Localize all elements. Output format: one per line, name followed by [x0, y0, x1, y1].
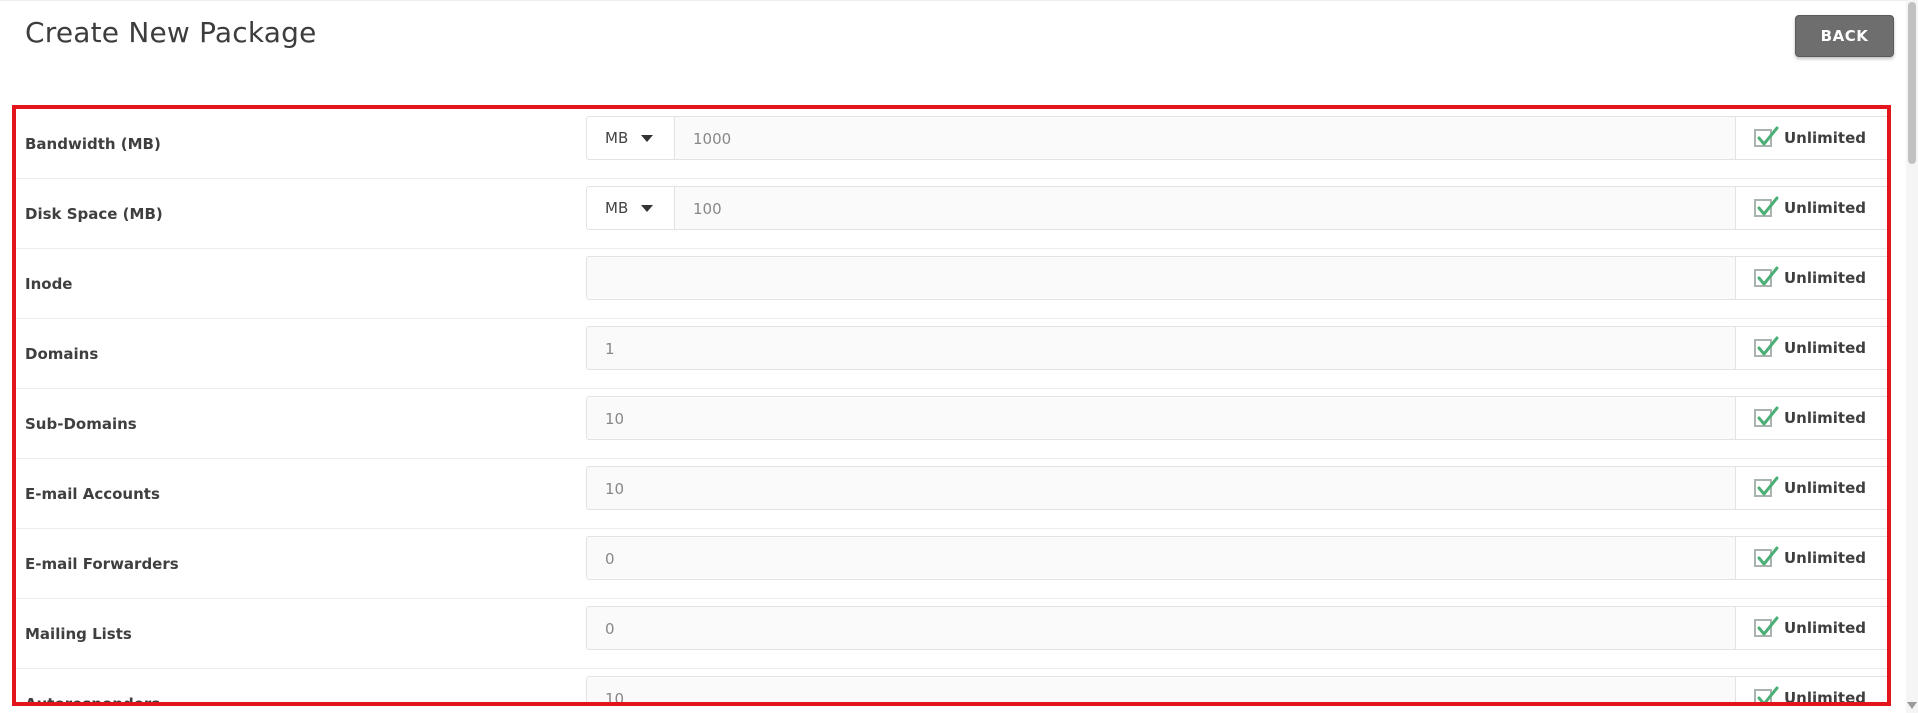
- checkmark-icon: [1757, 406, 1779, 426]
- unlimited-label: Unlimited: [1784, 269, 1866, 287]
- row-label: E-mail Accounts: [25, 484, 160, 503]
- unlimited-label: Unlimited: [1784, 409, 1866, 427]
- checkmark-icon: [1757, 616, 1779, 636]
- row-bandwidth: Bandwidth (MB) MB Unlimited: [16, 109, 1887, 179]
- sub-domains-unlimited-toggle[interactable]: Unlimited: [1735, 397, 1887, 439]
- unlimited-checkbox[interactable]: [1754, 546, 1779, 567]
- autoresponders-input[interactable]: [587, 677, 1735, 702]
- domains-unlimited-toggle[interactable]: Unlimited: [1735, 327, 1887, 369]
- row-inode: Inode Unlimited: [16, 249, 1887, 319]
- row-label: Sub-Domains: [25, 414, 137, 433]
- row-domains: Domains Unlimited: [16, 319, 1887, 389]
- disk-space-input[interactable]: [675, 187, 1735, 231]
- disk-space-unlimited-toggle[interactable]: Unlimited: [1735, 187, 1887, 229]
- unit-value: MB: [605, 129, 629, 147]
- checkmark-icon: [1757, 336, 1779, 356]
- unlimited-checkbox[interactable]: [1754, 196, 1779, 217]
- row-label: Autoresponders: [25, 694, 161, 706]
- inode-unlimited-toggle[interactable]: Unlimited: [1735, 257, 1887, 299]
- unlimited-checkbox[interactable]: [1754, 336, 1779, 357]
- caret-down-icon: [641, 134, 654, 142]
- unlimited-checkbox[interactable]: [1754, 406, 1779, 427]
- row-email-forwarders: E-mail Forwarders Unlimited: [16, 529, 1887, 599]
- row-label: E-mail Forwarders: [25, 554, 179, 573]
- scrollbar-thumb[interactable]: [1908, 2, 1916, 164]
- row-autoresponders: Autoresponders Unlimited: [16, 669, 1887, 706]
- unlimited-label: Unlimited: [1784, 479, 1866, 497]
- row-label: Disk Space (MB): [25, 204, 163, 223]
- autoresponders-field-group: Unlimited: [586, 676, 1887, 706]
- bandwidth-input[interactable]: [675, 117, 1735, 161]
- unlimited-label: Unlimited: [1784, 199, 1866, 217]
- email-accounts-unlimited-toggle[interactable]: Unlimited: [1735, 467, 1887, 509]
- checkmark-icon: [1757, 546, 1779, 566]
- caret-down-icon: [641, 204, 654, 212]
- unlimited-checkbox[interactable]: [1754, 476, 1779, 497]
- row-label: Bandwidth (MB): [25, 134, 161, 153]
- row-label: Domains: [25, 344, 99, 363]
- email-forwarders-field-group: Unlimited: [586, 536, 1887, 581]
- vertical-scrollbar[interactable]: [1906, 0, 1918, 713]
- package-limits-form: Bandwidth (MB) MB Unlimited Disk Space (…: [12, 105, 1891, 706]
- unlimited-label: Unlimited: [1784, 689, 1866, 706]
- checkmark-icon: [1757, 196, 1779, 216]
- mailing-lists-unlimited-toggle[interactable]: Unlimited: [1735, 607, 1887, 649]
- unlimited-label: Unlimited: [1784, 619, 1866, 637]
- checkmark-icon: [1757, 126, 1779, 146]
- row-label: Inode: [25, 274, 73, 293]
- sub-domains-field-group: Unlimited: [586, 396, 1887, 441]
- email-forwarders-input[interactable]: [587, 537, 1735, 581]
- unlimited-label: Unlimited: [1784, 339, 1866, 357]
- row-label: Mailing Lists: [25, 624, 132, 643]
- unlimited-checkbox[interactable]: [1754, 126, 1779, 147]
- row-disk-space: Disk Space (MB) MB Unlimited: [16, 179, 1887, 249]
- unlimited-checkbox[interactable]: [1754, 266, 1779, 287]
- sub-domains-input[interactable]: [587, 397, 1735, 441]
- mailing-lists-input[interactable]: [587, 607, 1735, 651]
- back-button[interactable]: BACK: [1795, 15, 1894, 57]
- row-mailing-lists: Mailing Lists Unlimited: [16, 599, 1887, 669]
- page-title: Create New Package: [25, 16, 317, 49]
- inode-input[interactable]: [587, 257, 1735, 301]
- unlimited-checkbox[interactable]: [1754, 616, 1779, 637]
- autoresponders-unlimited-toggle[interactable]: Unlimited: [1735, 677, 1887, 706]
- row-sub-domains: Sub-Domains Unlimited: [16, 389, 1887, 459]
- unlimited-label: Unlimited: [1784, 549, 1866, 567]
- mailing-lists-field-group: Unlimited: [586, 606, 1887, 651]
- inode-field-group: Unlimited: [586, 256, 1887, 301]
- disk-space-unit-select[interactable]: MB: [587, 187, 675, 229]
- page-header: Create New Package BACK: [0, 0, 1900, 70]
- email-accounts-input[interactable]: [587, 467, 1735, 511]
- unit-value: MB: [605, 199, 629, 217]
- unlimited-checkbox[interactable]: [1754, 686, 1779, 702]
- disk-space-field-group: MB Unlimited: [586, 186, 1887, 231]
- checkmark-icon: [1757, 686, 1779, 702]
- unlimited-label: Unlimited: [1784, 129, 1866, 147]
- email-accounts-field-group: Unlimited: [586, 466, 1887, 511]
- row-email-accounts: E-mail Accounts Unlimited: [16, 459, 1887, 529]
- checkmark-icon: [1757, 476, 1779, 496]
- bandwidth-field-group: MB Unlimited: [586, 116, 1887, 161]
- scroll-down-arrow-icon[interactable]: [1907, 702, 1917, 709]
- email-forwarders-unlimited-toggle[interactable]: Unlimited: [1735, 537, 1887, 579]
- domains-field-group: Unlimited: [586, 326, 1887, 371]
- bandwidth-unit-select[interactable]: MB: [587, 117, 675, 159]
- domains-input[interactable]: [587, 327, 1735, 371]
- checkmark-icon: [1757, 266, 1779, 286]
- bandwidth-unlimited-toggle[interactable]: Unlimited: [1735, 117, 1887, 159]
